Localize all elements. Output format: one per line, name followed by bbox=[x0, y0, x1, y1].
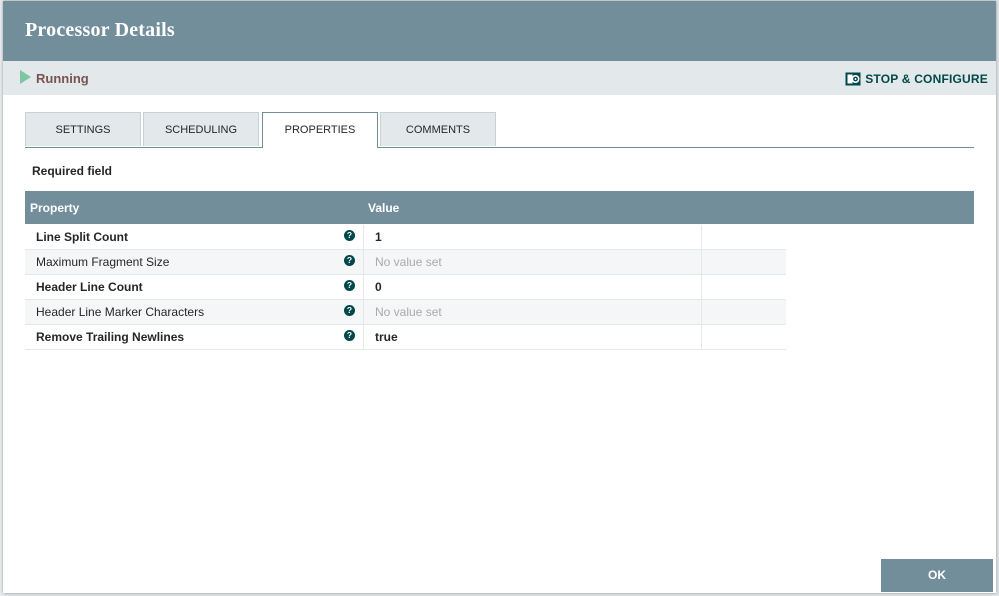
table-row: Line Split Count ? 1 bbox=[25, 225, 786, 250]
value-cell[interactable]: 0 bbox=[364, 275, 702, 299]
processor-details-dialog: Processor Details Running STOP & CONFIGU… bbox=[3, 1, 996, 593]
property-name: Line Split Count bbox=[36, 230, 128, 244]
dialog-header: Processor Details bbox=[3, 1, 996, 61]
tab-scheduling[interactable]: SCHEDULING bbox=[143, 112, 259, 146]
properties-table-header: Property Value bbox=[25, 191, 974, 224]
table-row: Header Line Marker Characters ? No value… bbox=[25, 300, 786, 325]
column-header-property: Property bbox=[30, 201, 80, 215]
help-icon[interactable]: ? bbox=[344, 280, 355, 291]
dialog-title: Processor Details bbox=[25, 19, 175, 41]
table-row: Header Line Count ? 0 bbox=[25, 275, 786, 300]
property-value: 1 bbox=[375, 230, 382, 244]
property-value: No value set bbox=[375, 305, 442, 319]
table-row: Remove Trailing Newlines ? true bbox=[25, 325, 786, 350]
help-icon[interactable]: ? bbox=[344, 255, 355, 266]
value-cell[interactable]: No value set bbox=[364, 250, 702, 274]
stop-configure-button[interactable]: STOP & CONFIGURE bbox=[845, 70, 988, 88]
column-header-value: Value bbox=[368, 201, 400, 215]
stop-configure-label: STOP & CONFIGURE bbox=[865, 72, 988, 86]
property-cell: Header Line Count ? bbox=[25, 275, 364, 299]
property-value: true bbox=[375, 330, 398, 344]
help-icon[interactable]: ? bbox=[344, 230, 355, 241]
run-status-label: Running bbox=[36, 71, 89, 86]
property-name: Header Line Marker Characters bbox=[36, 305, 205, 319]
property-name: Remove Trailing Newlines bbox=[36, 330, 185, 344]
stop-configure-icon bbox=[845, 72, 861, 86]
property-value: 0 bbox=[375, 280, 382, 294]
table-row: Maximum Fragment Size ? No value set bbox=[25, 250, 786, 275]
property-cell: Header Line Marker Characters ? bbox=[25, 300, 364, 324]
help-icon[interactable]: ? bbox=[344, 305, 355, 316]
properties-table: Line Split Count ? 1 Maximum Fragment Si… bbox=[25, 225, 786, 350]
tab-comments[interactable]: COMMENTS bbox=[380, 112, 496, 146]
ok-button[interactable]: OK bbox=[881, 559, 993, 592]
property-cell: Line Split Count ? bbox=[25, 225, 364, 249]
required-field-label: Required field bbox=[32, 164, 113, 178]
help-icon[interactable]: ? bbox=[344, 330, 355, 341]
property-cell: Maximum Fragment Size ? bbox=[25, 250, 364, 274]
property-cell: Remove Trailing Newlines ? bbox=[25, 325, 364, 349]
property-name: Maximum Fragment Size bbox=[36, 255, 170, 269]
tab-settings[interactable]: SETTINGS bbox=[25, 112, 141, 146]
play-icon bbox=[20, 70, 31, 84]
property-value: No value set bbox=[375, 255, 442, 269]
property-name: Header Line Count bbox=[36, 280, 143, 294]
tab-bar: SETTINGS SCHEDULING PROPERTIES COMMENTS bbox=[25, 112, 974, 148]
value-cell[interactable]: No value set bbox=[364, 300, 702, 324]
value-cell[interactable]: true bbox=[364, 325, 702, 349]
value-cell[interactable]: 1 bbox=[364, 225, 702, 249]
tab-properties[interactable]: PROPERTIES bbox=[262, 112, 378, 148]
status-bar: Running STOP & CONFIGURE bbox=[3, 61, 996, 95]
